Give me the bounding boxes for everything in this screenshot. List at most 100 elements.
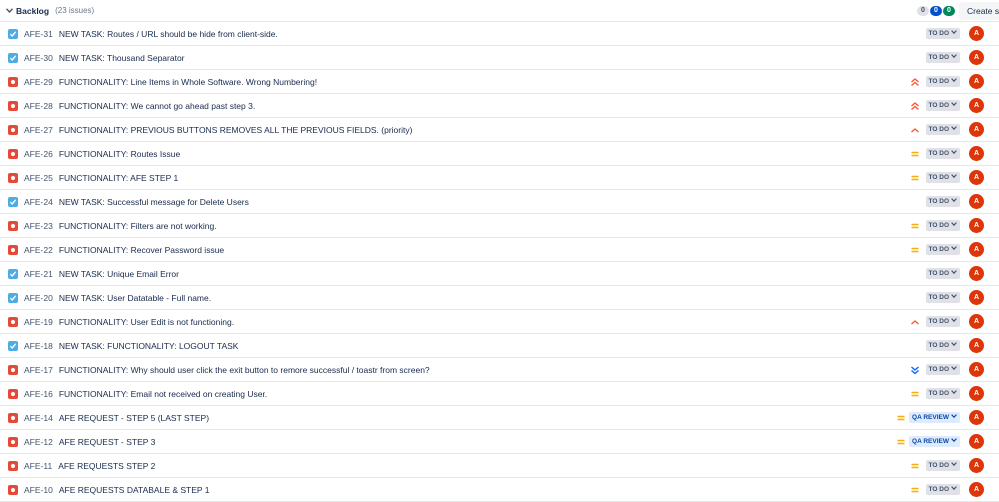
assignee-avatar[interactable]: A [969, 290, 984, 305]
issue-row[interactable]: AFE-16 FUNCTIONALITY: Email not received … [0, 382, 999, 406]
issue-row[interactable]: AFE-21 NEW TASK: Unique Email Error TO DO A [0, 262, 999, 286]
issue-row[interactable]: AFE-12 AFE REQUEST - STEP 3 QA REVIEW A [0, 430, 999, 454]
issue-key[interactable]: AFE-21 [24, 269, 53, 279]
issue-row[interactable]: AFE-14 AFE REQUEST - STEP 5 (LAST STEP) QA… [0, 406, 999, 430]
issue-summary[interactable]: NEW TASK: FUNCTIONALITY: LOGOUT TASK [59, 341, 239, 351]
issue-key[interactable]: AFE-11 [24, 461, 52, 471]
status-dropdown[interactable]: QA REVIEW [909, 412, 960, 423]
issue-key[interactable]: AFE-18 [24, 341, 53, 351]
assignee-avatar[interactable]: A [969, 26, 984, 41]
assignee-avatar[interactable]: A [969, 458, 984, 473]
issue-key[interactable]: AFE-30 [24, 53, 53, 63]
status-dropdown[interactable]: TO DO [925, 172, 960, 183]
status-dropdown[interactable]: TO DO [925, 124, 960, 135]
issue-row[interactable]: AFE-30 NEW TASK: Thousand Separator TO DO A [0, 46, 999, 70]
issue-row[interactable]: AFE-11 AFE REQUESTS STEP 2 TO DO A [0, 454, 999, 478]
issue-key[interactable]: AFE-16 [24, 389, 53, 399]
issue-key[interactable]: AFE-14 [24, 413, 53, 423]
issue-summary[interactable]: NEW TASK: Thousand Separator [59, 53, 185, 63]
issue-summary[interactable]: AFE REQUEST - STEP 3 [59, 437, 156, 447]
assignee-avatar[interactable]: A [969, 170, 984, 185]
issue-key[interactable]: AFE-22 [24, 245, 53, 255]
issue-row[interactable]: AFE-25 FUNCTIONALITY: AFE STEP 1 TO DO A [0, 166, 999, 190]
issue-summary[interactable]: FUNCTIONALITY: Routes Issue [59, 149, 180, 159]
assignee-avatar[interactable]: A [969, 266, 984, 281]
status-dropdown[interactable]: TO DO [925, 52, 960, 63]
issue-row[interactable]: AFE-28 FUNCTIONALITY: We cannot go ahead … [0, 94, 999, 118]
chevron-down-icon[interactable] [2, 8, 16, 13]
issue-summary[interactable]: AFE REQUESTS STEP 2 [58, 461, 155, 471]
issue-row[interactable]: AFE-20 NEW TASK: User Datatable - Full na… [0, 286, 999, 310]
issue-row[interactable]: AFE-23 FUNCTIONALITY: Filters are not wor… [0, 214, 999, 238]
status-dropdown[interactable]: TO DO [925, 28, 960, 39]
issue-summary[interactable]: FUNCTIONALITY: PREVIOUS BUTTONS REMOVES … [59, 125, 413, 135]
assignee-avatar[interactable]: A [969, 410, 984, 425]
issue-summary[interactable]: NEW TASK: Unique Email Error [59, 269, 179, 279]
issue-row[interactable]: AFE-26 FUNCTIONALITY: Routes Issue TO DO A [0, 142, 999, 166]
issue-summary[interactable]: FUNCTIONALITY: We cannot go ahead past s… [59, 101, 255, 111]
issue-key[interactable]: AFE-23 [24, 221, 53, 231]
assignee-avatar[interactable]: A [969, 482, 984, 497]
issue-key[interactable]: AFE-17 [24, 365, 53, 375]
status-dropdown[interactable]: TO DO [925, 292, 960, 303]
assignee-avatar[interactable]: A [969, 98, 984, 113]
issue-summary[interactable]: FUNCTIONALITY: Recover Password issue [59, 245, 224, 255]
issue-summary[interactable]: FUNCTIONALITY: User Edit is not function… [59, 317, 234, 327]
status-dropdown[interactable]: TO DO [925, 484, 960, 495]
issue-summary[interactable]: FUNCTIONALITY: Why should user click the… [59, 365, 430, 375]
status-dropdown[interactable]: TO DO [925, 268, 960, 279]
issue-summary[interactable]: AFE REQUEST - STEP 5 (LAST STEP) [59, 413, 209, 423]
assignee-avatar[interactable]: A [969, 386, 984, 401]
issue-summary[interactable]: NEW TASK: Successful message for Delete … [59, 197, 249, 207]
issue-key[interactable]: AFE-12 [24, 437, 53, 447]
issue-summary[interactable]: FUNCTIONALITY: AFE STEP 1 [59, 173, 178, 183]
issue-row[interactable]: AFE-18 NEW TASK: FUNCTIONALITY: LOGOUT TA… [0, 334, 999, 358]
issue-summary[interactable]: AFE REQUESTS DATABALE & STEP 1 [59, 485, 210, 495]
assignee-avatar[interactable]: A [969, 242, 984, 257]
status-dropdown[interactable]: QA REVIEW [909, 436, 960, 447]
create-sprint-button[interactable]: Create sprint [959, 2, 999, 20]
status-dropdown[interactable]: TO DO [925, 148, 960, 159]
issue-key[interactable]: AFE-27 [24, 125, 53, 135]
status-dropdown[interactable]: TO DO [925, 196, 960, 207]
issue-summary[interactable]: FUNCTIONALITY: Email not received on cre… [59, 389, 267, 399]
issue-key[interactable]: AFE-29 [24, 77, 53, 87]
issue-row[interactable]: AFE-19 FUNCTIONALITY: User Edit is not fu… [0, 310, 999, 334]
assignee-avatar[interactable]: A [969, 362, 984, 377]
assignee-avatar[interactable]: A [969, 146, 984, 161]
issue-key[interactable]: AFE-24 [24, 197, 53, 207]
assignee-avatar[interactable]: A [969, 50, 984, 65]
issue-key[interactable]: AFE-31 [24, 29, 53, 39]
status-dropdown[interactable]: TO DO [925, 316, 960, 327]
assignee-avatar[interactable]: A [969, 194, 984, 209]
status-dropdown[interactable]: TO DO [925, 244, 960, 255]
status-dropdown[interactable]: TO DO [925, 364, 960, 375]
issue-key[interactable]: AFE-19 [24, 317, 53, 327]
issue-row[interactable]: AFE-31 NEW TASK: Routes / URL should be h… [0, 22, 999, 46]
issue-row[interactable]: AFE-22 FUNCTIONALITY: Recover Password is… [0, 238, 999, 262]
issue-summary[interactable]: NEW TASK: User Datatable - Full name. [59, 293, 211, 303]
status-dropdown[interactable]: TO DO [925, 388, 960, 399]
issue-key[interactable]: AFE-28 [24, 101, 53, 111]
issue-row[interactable]: AFE-10 AFE REQUESTS DATABALE & STEP 1 TO D… [0, 478, 999, 502]
issue-row[interactable]: AFE-24 NEW TASK: Successful message for D… [0, 190, 999, 214]
assignee-avatar[interactable]: A [969, 338, 984, 353]
status-dropdown[interactable]: TO DO [925, 340, 960, 351]
status-dropdown[interactable]: TO DO [925, 76, 960, 87]
issue-row[interactable]: AFE-17 FUNCTIONALITY: Why should user cli… [0, 358, 999, 382]
issue-key[interactable]: AFE-20 [24, 293, 53, 303]
assignee-avatar[interactable]: A [969, 74, 984, 89]
assignee-avatar[interactable]: A [969, 434, 984, 449]
status-dropdown[interactable]: TO DO [925, 220, 960, 231]
status-dropdown[interactable]: TO DO [925, 460, 960, 471]
status-dropdown[interactable]: TO DO [925, 100, 960, 111]
issue-summary[interactable]: FUNCTIONALITY: Line Items in Whole Softw… [59, 77, 317, 87]
issue-summary[interactable]: NEW TASK: Routes / URL should be hide fr… [59, 29, 278, 39]
assignee-avatar[interactable]: A [969, 218, 984, 233]
backlog-title[interactable]: Backlog [16, 6, 49, 16]
issue-summary[interactable]: FUNCTIONALITY: Filters are not working. [59, 221, 217, 231]
issue-row[interactable]: AFE-29 FUNCTIONALITY: Line Items in Whole… [0, 70, 999, 94]
assignee-avatar[interactable]: A [969, 314, 984, 329]
issue-row[interactable]: AFE-27 FUNCTIONALITY: PREVIOUS BUTTONS RE… [0, 118, 999, 142]
issue-key[interactable]: AFE-26 [24, 149, 53, 159]
